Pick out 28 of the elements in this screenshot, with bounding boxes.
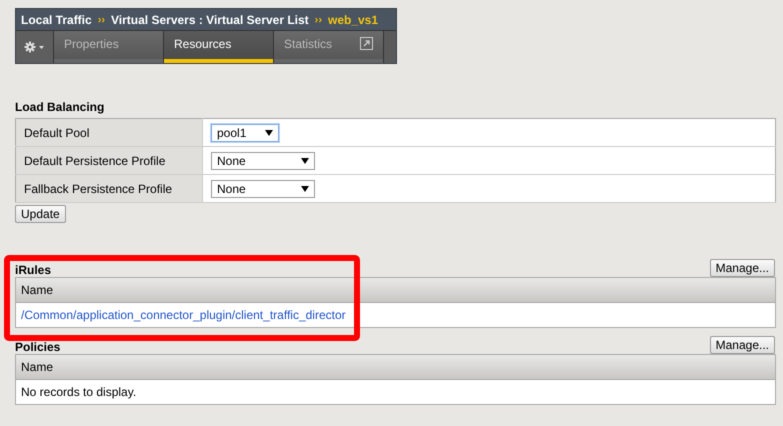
manage-button[interactable]: Manage... [710,336,775,354]
dropdown[interactable]: None [211,152,315,170]
settings-menu-button[interactable] [16,31,54,63]
section-title: Load Balancing [15,100,106,114]
field-label: Default Persistence Profile [16,146,202,174]
dropdown[interactable]: pool1 [211,124,279,142]
popout-icon [360,37,373,50]
section-title: Policies [15,340,60,354]
breadcrumb-current: web_vs1 [328,12,378,26]
caret-icon [301,186,309,192]
field-label: Fallback Persistence Profile [16,174,202,202]
settings-icon [24,41,46,53]
update-button[interactable]: Update [15,205,66,223]
empty-message: No records to display. [21,385,136,399]
field-label: Default Pool [16,118,202,146]
manage-button[interactable]: Manage... [710,259,775,277]
tab[interactable]: Resources [164,31,274,63]
section-title: iRules [15,263,52,277]
breadcrumb-separator: ›› [98,14,106,26]
column-header: Name [16,278,775,303]
irule-link[interactable]: /Common/application_connector_plugin/client_traffic_director [21,308,346,322]
breadcrumb-link[interactable]: Local Traffic [21,12,92,26]
breadcrumb-separator: ›› [314,14,322,26]
breadcrumb-link[interactable]: Virtual Servers : Virtual Server List [111,12,309,26]
caret-icon [265,130,273,136]
caret-icon [301,158,309,164]
column-header: Name [16,355,775,380]
dropdown[interactable]: None [211,180,315,198]
